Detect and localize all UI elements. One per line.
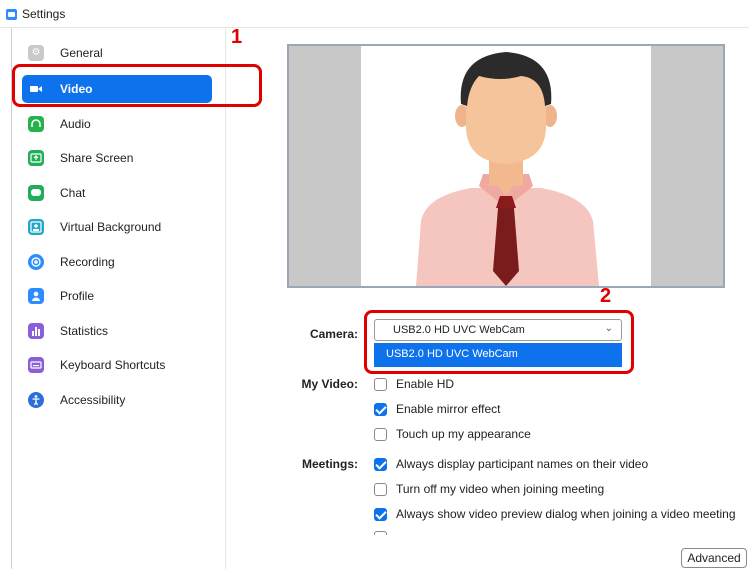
sidebar-item-label: General (60, 46, 103, 60)
sidebar-item-share-screen[interactable]: Share Screen (22, 144, 212, 172)
sidebar-item-statistics[interactable]: Statistics (22, 317, 212, 345)
annotation-highlight-video (12, 64, 262, 107)
camera-select[interactable]: USB2.0 HD UVC WebCam ⌄ (374, 319, 622, 341)
zoom-app-icon (6, 9, 17, 20)
sidebar-item-accessibility[interactable]: Accessibility (22, 386, 212, 414)
sidebar-item-general[interactable]: ⚙ General (22, 39, 212, 67)
advanced-button[interactable]: Advanced (681, 548, 747, 568)
settings-sidebar: ⚙ General Video Audio Share Screen Chat … (12, 28, 226, 569)
bar-chart-icon (28, 323, 44, 339)
sidebar-item-label: Chat (60, 186, 86, 200)
touch-up-label: Touch up my appearance (396, 427, 531, 441)
accessibility-icon (28, 392, 44, 408)
clipped-option-row (374, 531, 634, 535)
sidebar-item-audio[interactable]: Audio (22, 110, 212, 138)
turn-off-video-checkbox[interactable] (374, 483, 387, 496)
sidebar-item-profile[interactable]: Profile (22, 282, 212, 310)
person-avatar-illustration (416, 52, 599, 286)
mirror-effect-label: Enable mirror effect (396, 402, 501, 416)
video-preview (287, 44, 725, 288)
camera-option-usb-webcam[interactable]: USB2.0 HD UVC WebCam (374, 343, 622, 367)
sidebar-item-label: Share Screen (60, 151, 134, 165)
sidebar-item-label: Virtual Background (60, 220, 162, 234)
window-title: Settings (22, 7, 66, 21)
turn-off-video-label: Turn off my video when joining meeting (396, 482, 605, 496)
title-bar: Settings (0, 0, 749, 28)
sidebar-item-virtual-background[interactable]: Virtual Background (22, 213, 212, 241)
display-names-label: Always display participant names on thei… (396, 457, 649, 471)
camera-label: Camera: (309, 327, 358, 341)
record-icon (28, 254, 44, 270)
video-preview-dialog-checkbox[interactable] (374, 508, 387, 521)
my-video-label: My Video: (301, 377, 358, 391)
clipped-checkbox (374, 531, 387, 535)
chat-bubble-icon (28, 185, 44, 201)
touch-up-checkbox[interactable] (374, 428, 387, 441)
display-names-checkbox[interactable] (374, 458, 387, 471)
enable-hd-checkbox[interactable] (374, 378, 387, 391)
headphones-icon (28, 116, 44, 132)
camera-selected-value: USB2.0 HD UVC WebCam (393, 324, 525, 336)
annotation-marker-2: 2 (600, 285, 612, 307)
video-preview-image (361, 46, 651, 286)
sidebar-item-label: Statistics (60, 324, 109, 338)
meetings-label: Meetings: (301, 457, 358, 471)
enable-hd-label: Enable HD (396, 377, 455, 391)
sidebar-item-label: Profile (60, 289, 95, 303)
camera-option-label: USB2.0 HD UVC WebCam (386, 348, 518, 360)
annotation-marker-1: 1 (231, 26, 243, 48)
share-screen-icon (28, 150, 44, 166)
chevron-down-icon: ⌄ (604, 323, 613, 334)
profile-icon (28, 288, 44, 304)
sidebar-item-chat[interactable]: Chat (22, 179, 212, 207)
window-left-edge (0, 28, 12, 569)
sidebar-item-label: Recording (60, 255, 115, 269)
sidebar-item-label: Keyboard Shortcuts (60, 358, 166, 372)
sidebar-item-label: Audio (60, 117, 91, 131)
keyboard-icon (28, 357, 44, 373)
sidebar-item-keyboard-shortcuts[interactable]: Keyboard Shortcuts (22, 351, 212, 379)
sidebar-item-label: Accessibility (60, 393, 126, 407)
person-background-icon (28, 219, 44, 235)
mirror-effect-checkbox[interactable] (374, 403, 387, 416)
gear-icon: ⚙ (28, 45, 44, 61)
sidebar-item-recording[interactable]: Recording (22, 248, 212, 276)
video-preview-dialog-label: Always show video preview dialog when jo… (396, 507, 736, 521)
